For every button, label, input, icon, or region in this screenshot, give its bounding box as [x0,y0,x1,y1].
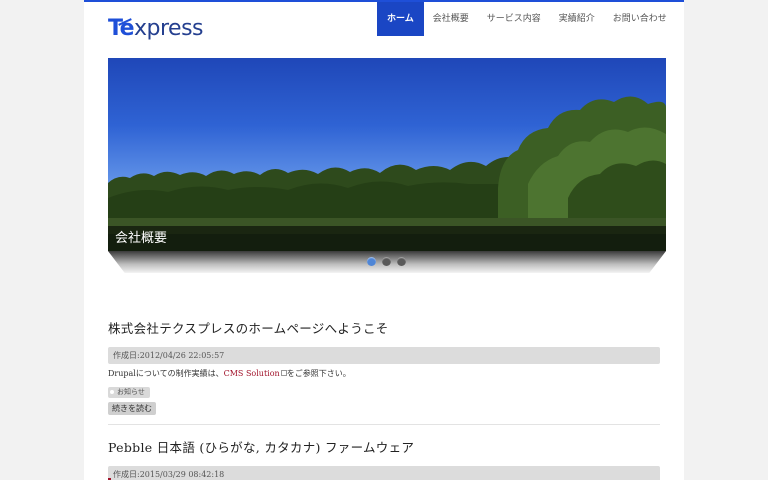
site-logo[interactable]: Texpress [108,16,204,44]
hero-image [108,58,666,251]
article-body: Drupalについての制作実績は、CMS Solution をご参照下さい。 [108,368,660,379]
main-nav: ホーム 会社概要 サービス内容 実績紹介 お問い合わせ [377,2,676,36]
slider-dot-1[interactable] [367,257,376,266]
nav-item-works[interactable]: 実績紹介 [550,2,604,36]
article-meta: 作成日:2015/03/29 08:42:18 [108,466,660,480]
tag-news[interactable]: お知らせ [108,387,150,398]
article-title[interactable]: Pebble 日本語 (ひらがな, カタカナ) ファームウェア [108,437,660,456]
article-title[interactable]: 株式会社テクスプレスのホームページへようこそ [108,318,660,337]
slide-caption[interactable]: 会社概要 [108,226,666,251]
cms-solution-link[interactable]: CMS Solution [224,369,280,378]
slider-dot-3[interactable] [397,257,406,266]
slider-dot-2[interactable] [382,257,391,266]
nav-item-home[interactable]: ホーム [377,2,424,36]
article-body-text: Drupalについての制作実績は、 [108,369,224,378]
nav-item-company[interactable]: 会社概要 [424,2,478,36]
tree-landscape-illustration [108,96,666,251]
nav-item-services[interactable]: サービス内容 [478,2,550,36]
nav-item-contact[interactable]: お問い合わせ [604,2,676,36]
article-body-suffix: をご参照下さい。 [286,369,351,378]
read-more-button[interactable]: 続きを読む [108,402,156,415]
slider-pager [367,257,406,266]
article-meta: 作成日:2012/04/26 22:05:57 [108,347,660,364]
article-welcome: 株式会社テクスプレスのホームページへようこそ 作成日:2012/04/26 22… [108,318,660,415]
page-container: Texpress ホーム 会社概要 サービス内容 実績紹介 お問い合わせ 会社概 [84,0,684,480]
article-divider [108,424,660,425]
logo-text-rest: xpress [134,16,204,41]
article-pebble: Pebble 日本語 (ひらがな, カタカナ) ファームウェア 作成日:2015… [108,437,660,480]
hero-slider[interactable]: 会社概要 [108,58,666,274]
